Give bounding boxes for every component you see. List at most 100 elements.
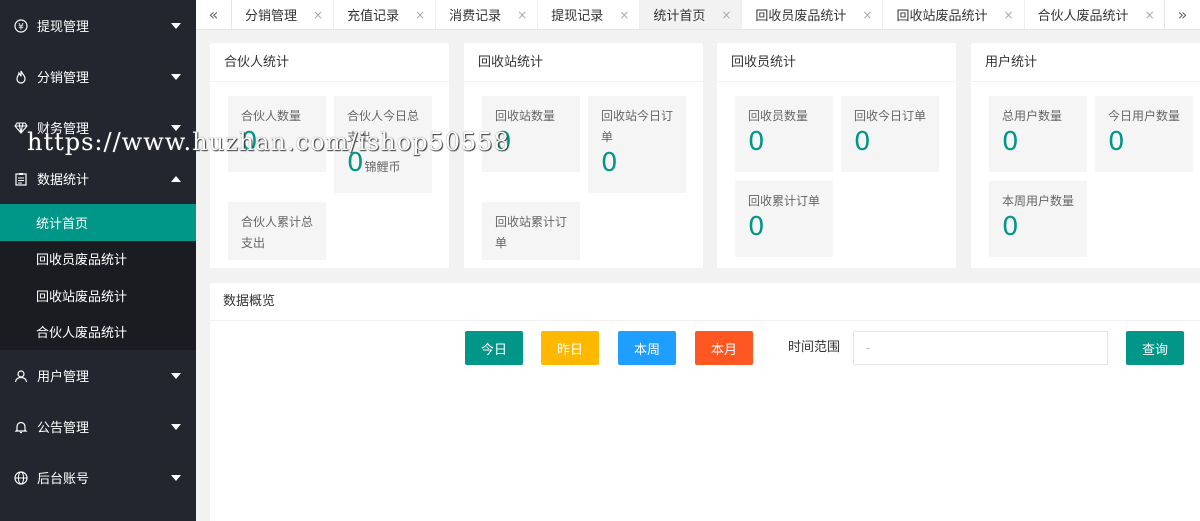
menu-admin-accounts[interactable]: 后台账号: [0, 452, 196, 503]
card-title: 用户统计: [971, 43, 1200, 82]
stat-label: 回收员数量: [748, 109, 809, 123]
tab-label: 合伙人废品统计: [1037, 9, 1129, 24]
chevron-down-icon: [171, 372, 181, 379]
station-stats-card: 回收站统计 回收站数量 0 回收站今日订单 0 回收站累计订单: [464, 43, 703, 268]
sidebar-item-partner-stats[interactable]: 合伙人废品统计: [0, 314, 196, 351]
station-today-stat: 回收站今日订单 0: [588, 96, 686, 193]
tab-scroll-left-icon[interactable]: «: [196, 0, 232, 29]
stat-value: 0: [1002, 212, 1019, 242]
menu-statistics[interactable]: 数据统计: [0, 153, 196, 204]
chevron-down-icon: [171, 423, 181, 430]
this-week-button[interactable]: 本周: [618, 331, 676, 365]
today-button[interactable]: 今日: [465, 331, 523, 365]
diamond-icon: [14, 121, 28, 135]
chevron-down-icon: [171, 73, 181, 80]
tab-bar: « 分销管理 × 充值记录 × 消费记录 × 提现记录 × 统计首页 × 回收员废品统计 ×…: [196, 0, 1200, 30]
globe-icon: [14, 470, 28, 485]
stat-value: 0: [495, 127, 512, 157]
collector-stats-card: 回收员统计 回收员数量 0 回收今日订单 0 回收累计订单 0: [717, 43, 956, 268]
stat-value: 0: [854, 127, 871, 157]
stat-label: 合伙人累计总支出: [241, 215, 314, 250]
tab-label: 回收员废品统计: [755, 9, 847, 24]
chevron-down-icon: [171, 124, 181, 131]
tab-collector-stats[interactable]: 回收员废品统计 ×: [742, 0, 884, 29]
tab-recharge[interactable]: 充值记录 ×: [334, 0, 437, 29]
data-overview-panel: 数据概览 今日 昨日 本周 本月 时间范围 - 查询: [210, 283, 1200, 521]
close-icon[interactable]: ×: [1145, 8, 1155, 22]
tab-partner-stats[interactable]: 合伙人废品统计 ×: [1025, 0, 1166, 29]
stat-label: 合伙人今日总支出: [347, 109, 420, 144]
sidebar-item-station-stats[interactable]: 回收站废品统计: [0, 277, 196, 314]
tab-station-stats[interactable]: 回收站废品统计 ×: [883, 0, 1025, 29]
tab-label: 统计首页: [653, 9, 706, 24]
user-total-stat: 总用户数量 0: [989, 96, 1087, 172]
user-today-stat: 今日用户数量 0: [1095, 96, 1193, 172]
chevron-down-icon: [171, 474, 181, 481]
sidebar-item-stats-home[interactable]: 统计首页: [0, 204, 196, 241]
this-month-button[interactable]: 本月: [695, 331, 753, 365]
stat-label: 本周用户数量: [1002, 194, 1075, 208]
stat-label: 今日用户数量: [1108, 109, 1181, 123]
card-title: 合伙人统计: [210, 43, 449, 82]
menu-users[interactable]: 用户管理: [0, 350, 196, 401]
stat-value: 0: [748, 127, 765, 157]
tab-scroll-right-icon[interactable]: »: [1164, 0, 1200, 29]
close-icon[interactable]: ×: [862, 8, 872, 22]
card-title: 回收站统计: [464, 43, 703, 82]
collector-count-stat: 回收员数量 0: [735, 96, 833, 172]
user-stats-card: 用户统计 总用户数量 0 今日用户数量 0 本周用户数量 0: [971, 43, 1200, 268]
query-button[interactable]: 查询: [1126, 331, 1184, 365]
collector-today-stat: 回收今日订单 0: [841, 96, 939, 172]
stat-label: 回收累计订单: [748, 194, 821, 208]
tab-label: 充值记录: [347, 9, 400, 24]
stat-label: 回收站累计订单: [495, 215, 568, 250]
menu-distribution[interactable]: 分销管理: [0, 51, 196, 102]
stat-label: 回收站今日订单: [601, 109, 674, 144]
stat-label: 总用户数量: [1002, 109, 1063, 123]
tab-label: 分销管理: [245, 9, 298, 24]
stat-value: 0: [241, 127, 258, 157]
tab-label: 回收站废品统计: [896, 9, 988, 24]
tab-withdraw[interactable]: 提现记录 ×: [538, 0, 641, 29]
menu-withdraw[interactable]: ¥ 提现管理: [0, 0, 196, 51]
menu-notices[interactable]: 公告管理: [0, 401, 196, 452]
close-icon[interactable]: ×: [721, 8, 731, 22]
close-icon[interactable]: ×: [313, 8, 323, 22]
menu-finance[interactable]: 财务管理: [0, 102, 196, 153]
collector-total-stat: 回收累计订单 0: [735, 181, 833, 257]
stat-label: 合伙人数量: [241, 109, 302, 123]
stat-value: 0: [601, 148, 618, 178]
stat-value: 0: [748, 212, 765, 242]
sidebar: ¥ 提现管理 分销管理 财务管理 数据统计 统计首页 回收员废品统计 回收站废品…: [0, 0, 196, 521]
tab-distribution[interactable]: 分销管理 ×: [232, 0, 335, 29]
flame-icon: [14, 70, 28, 84]
close-icon[interactable]: ×: [619, 8, 629, 22]
tab-label: 提现记录: [551, 9, 604, 24]
yen-icon: ¥: [14, 18, 28, 33]
time-range-label: 时间范围: [788, 340, 841, 355]
station-count-stat: 回收站数量 0: [482, 96, 580, 172]
chevron-up-icon: [171, 175, 181, 182]
close-icon[interactable]: ×: [517, 8, 527, 22]
stat-value: 0: [347, 148, 364, 178]
tab-stats-home[interactable]: 统计首页 ×: [640, 0, 743, 29]
panel-title: 数据概览: [210, 283, 1200, 321]
stat-label: 回收今日订单: [854, 109, 927, 123]
sidebar-item-collector-stats[interactable]: 回收员废品统计: [0, 241, 196, 278]
partner-total-stat: 合伙人累计总支出: [228, 202, 326, 260]
close-icon[interactable]: ×: [415, 8, 425, 22]
close-icon[interactable]: ×: [1003, 8, 1013, 22]
clipboard-icon: [14, 172, 28, 186]
card-title: 回收员统计: [717, 43, 956, 82]
partner-count-stat: 合伙人数量 0: [228, 96, 326, 172]
user-week-stat: 本周用户数量 0: [989, 181, 1087, 257]
tab-consumption[interactable]: 消费记录 ×: [436, 0, 539, 29]
time-range-input[interactable]: -: [853, 331, 1108, 365]
user-icon: [14, 369, 28, 383]
stat-value: 0: [1002, 127, 1019, 157]
chevron-down-icon: [171, 22, 181, 29]
bell-icon: [14, 420, 28, 434]
tab-label: 消费记录: [449, 9, 502, 24]
stat-unit: 锦鲤币: [364, 160, 401, 174]
yesterday-button[interactable]: 昨日: [541, 331, 599, 365]
